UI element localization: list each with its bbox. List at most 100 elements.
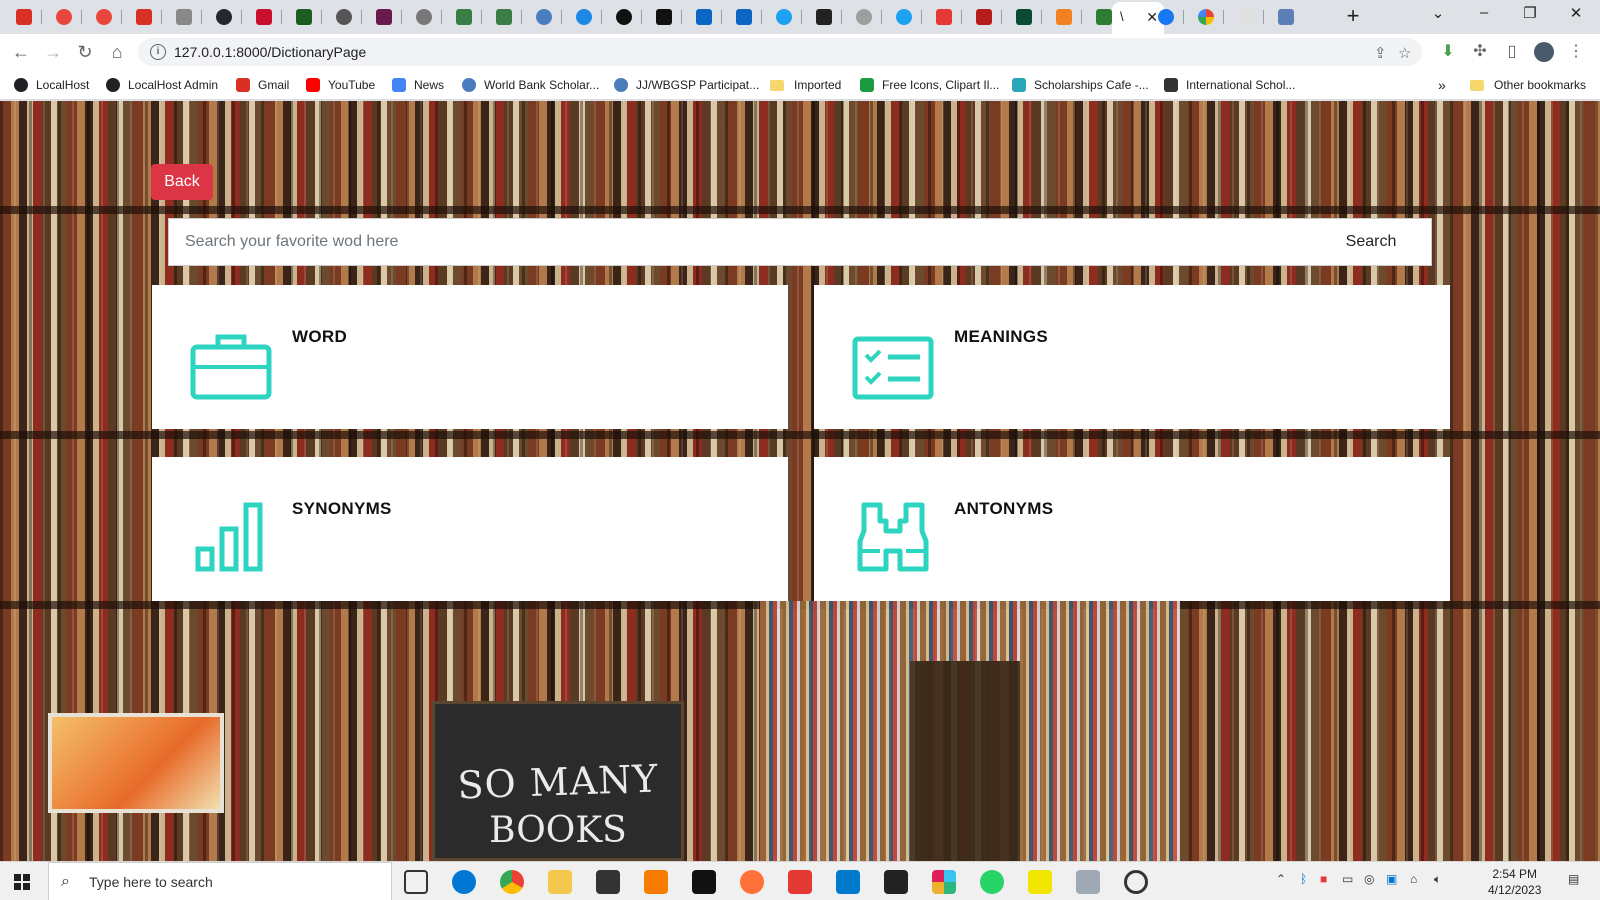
tray-app-icon[interactable]: ■ [1320, 872, 1327, 886]
back-button[interactable]: Back [151, 164, 213, 200]
back-nav-icon[interactable]: ← [10, 41, 32, 63]
tab-4[interactable] [166, 4, 202, 30]
tab-11[interactable] [486, 4, 522, 30]
mail-icon[interactable] [884, 870, 908, 894]
bookmark-gmail[interactable]: Gmail [236, 76, 289, 94]
tab-9[interactable] [406, 4, 442, 30]
bookmark-scholarships-cafe[interactable]: Scholarships Cafe -... [1012, 76, 1149, 94]
address-url[interactable]: 127.0.0.1:8000/DictionaryPage [174, 44, 366, 60]
app-icon[interactable] [788, 870, 812, 894]
bookmark-label: News [414, 78, 445, 92]
firefox-icon[interactable] [740, 870, 764, 894]
tab-search-icon[interactable]: ⌄ [1424, 4, 1452, 22]
tab-twitter-2[interactable] [886, 4, 922, 30]
slack-icon[interactable] [932, 870, 956, 894]
tab-8[interactable] [366, 4, 402, 30]
menu-kebab-icon[interactable]: ⋮ [1564, 40, 1588, 64]
tab-2[interactable] [86, 4, 122, 30]
tab-django[interactable] [1006, 4, 1042, 30]
bookmark-free-icons[interactable]: Free Icons, Clipart Il... [860, 76, 999, 94]
tab-google[interactable] [1188, 4, 1224, 30]
side-panel-icon[interactable]: ▯ [1500, 40, 1524, 64]
profile-avatar[interactable] [1532, 40, 1556, 64]
other-bookmarks[interactable]: Other bookmarks [1470, 76, 1586, 94]
share-icon[interactable]: ⇪ [1374, 44, 1387, 62]
tray-overflow-icon[interactable]: ⌃ [1276, 872, 1286, 886]
vscode-icon[interactable] [836, 870, 860, 894]
tab-github[interactable] [206, 4, 242, 30]
tab-10[interactable] [446, 4, 482, 30]
extensions-icon[interactable]: ✣ [1468, 40, 1492, 64]
notifications-icon[interactable]: ▤ [1568, 872, 1579, 886]
obs-icon[interactable] [1124, 870, 1148, 894]
volume-icon[interactable]: 🔈︎ [1434, 872, 1441, 887]
app-icon[interactable] [1076, 870, 1100, 894]
taskbar-search-box[interactable]: ⌕ Type here to search [48, 862, 392, 900]
windows-start-icon[interactable] [14, 874, 30, 890]
battery-icon[interactable]: ▭ [1342, 872, 1353, 886]
tab-gmail[interactable] [6, 4, 42, 30]
edge-icon[interactable] [452, 870, 476, 894]
tab-13[interactable] [566, 4, 602, 30]
site-icon [936, 9, 952, 25]
bookmark-international-schol[interactable]: International Schol... [1164, 76, 1295, 94]
bookmark-label: Gmail [258, 78, 290, 92]
site-icon [1164, 78, 1178, 92]
chrome-icon[interactable] [500, 870, 524, 894]
tab-5[interactable] [246, 4, 282, 30]
tray-app-icon[interactable]: ⌂ [1410, 872, 1417, 886]
tab-facebook[interactable] [1148, 4, 1184, 30]
bookmarks-overflow-button[interactable]: » [1438, 76, 1446, 94]
search-input[interactable] [169, 219, 1299, 265]
bookmark-localhost-admin[interactable]: LocalHost Admin [106, 76, 218, 94]
network-icon[interactable]: ◎ [1364, 872, 1374, 886]
tab-1[interactable] [46, 4, 82, 30]
bookmark-star-icon[interactable]: ☆ [1398, 44, 1411, 62]
tab-21[interactable] [1228, 4, 1264, 30]
bookmark-imported[interactable]: Imported [770, 76, 841, 94]
tab-19[interactable] [966, 4, 1002, 30]
tab-3[interactable] [126, 4, 162, 30]
bookmark-news[interactable]: News [392, 76, 444, 94]
address-bar[interactable]: i 127.0.0.1:8000/DictionaryPage ⇪ ☆ [138, 38, 1422, 66]
forward-nav-icon[interactable]: → [42, 41, 64, 63]
whatsapp-icon[interactable] [980, 870, 1004, 894]
bookmark-label: Free Icons, Clipart Il... [882, 78, 1000, 92]
bookmark-jj-wbgsp[interactable]: JJ/WBGSP Participat... [614, 76, 759, 94]
tray-app-icon[interactable]: ▣ [1386, 872, 1397, 886]
reload-icon[interactable]: ↻ [74, 41, 96, 63]
tab-22[interactable] [1268, 4, 1304, 30]
bookmark-localhost[interactable]: LocalHost [14, 76, 89, 94]
tab-15[interactable] [646, 4, 682, 30]
tab-linkedin-2[interactable] [726, 4, 762, 30]
tab-12[interactable] [526, 4, 562, 30]
sublime-icon[interactable] [644, 870, 668, 894]
tab-14[interactable] [606, 4, 642, 30]
app-icon[interactable] [1028, 870, 1052, 894]
tab-linkedin-1[interactable] [686, 4, 722, 30]
system-clock[interactable]: 2:54 PM 4/12/2023 [1488, 866, 1541, 898]
tab-17[interactable] [846, 4, 882, 30]
download-extension-icon[interactable]: ⬇ [1436, 40, 1460, 64]
new-tab-button[interactable]: + [1340, 5, 1366, 29]
pycharm-icon[interactable] [692, 870, 716, 894]
bookmark-world-bank[interactable]: World Bank Scholar... [462, 76, 599, 94]
home-icon[interactable]: ⌂ [106, 41, 128, 63]
search-button[interactable]: Search [1311, 219, 1431, 265]
tab-7[interactable] [326, 4, 362, 30]
close-window-button[interactable]: ✕ [1562, 4, 1590, 22]
restore-button[interactable]: ❐ [1516, 4, 1544, 22]
bluetooth-icon[interactable]: ᛒ [1300, 872, 1307, 886]
task-view-icon[interactable] [404, 870, 428, 894]
twitter-icon [776, 9, 792, 25]
site-info-icon[interactable]: i [150, 44, 166, 60]
tab-stackoverflow[interactable] [1046, 4, 1082, 30]
file-explorer-icon[interactable] [548, 870, 572, 894]
tab-18[interactable] [926, 4, 962, 30]
store-icon[interactable] [596, 870, 620, 894]
tab-16[interactable] [806, 4, 842, 30]
tab-6[interactable] [286, 4, 322, 30]
bookmark-youtube[interactable]: YouTube [306, 76, 375, 94]
tab-twitter-1[interactable] [766, 4, 802, 30]
minimize-button[interactable]: – [1470, 4, 1498, 21]
